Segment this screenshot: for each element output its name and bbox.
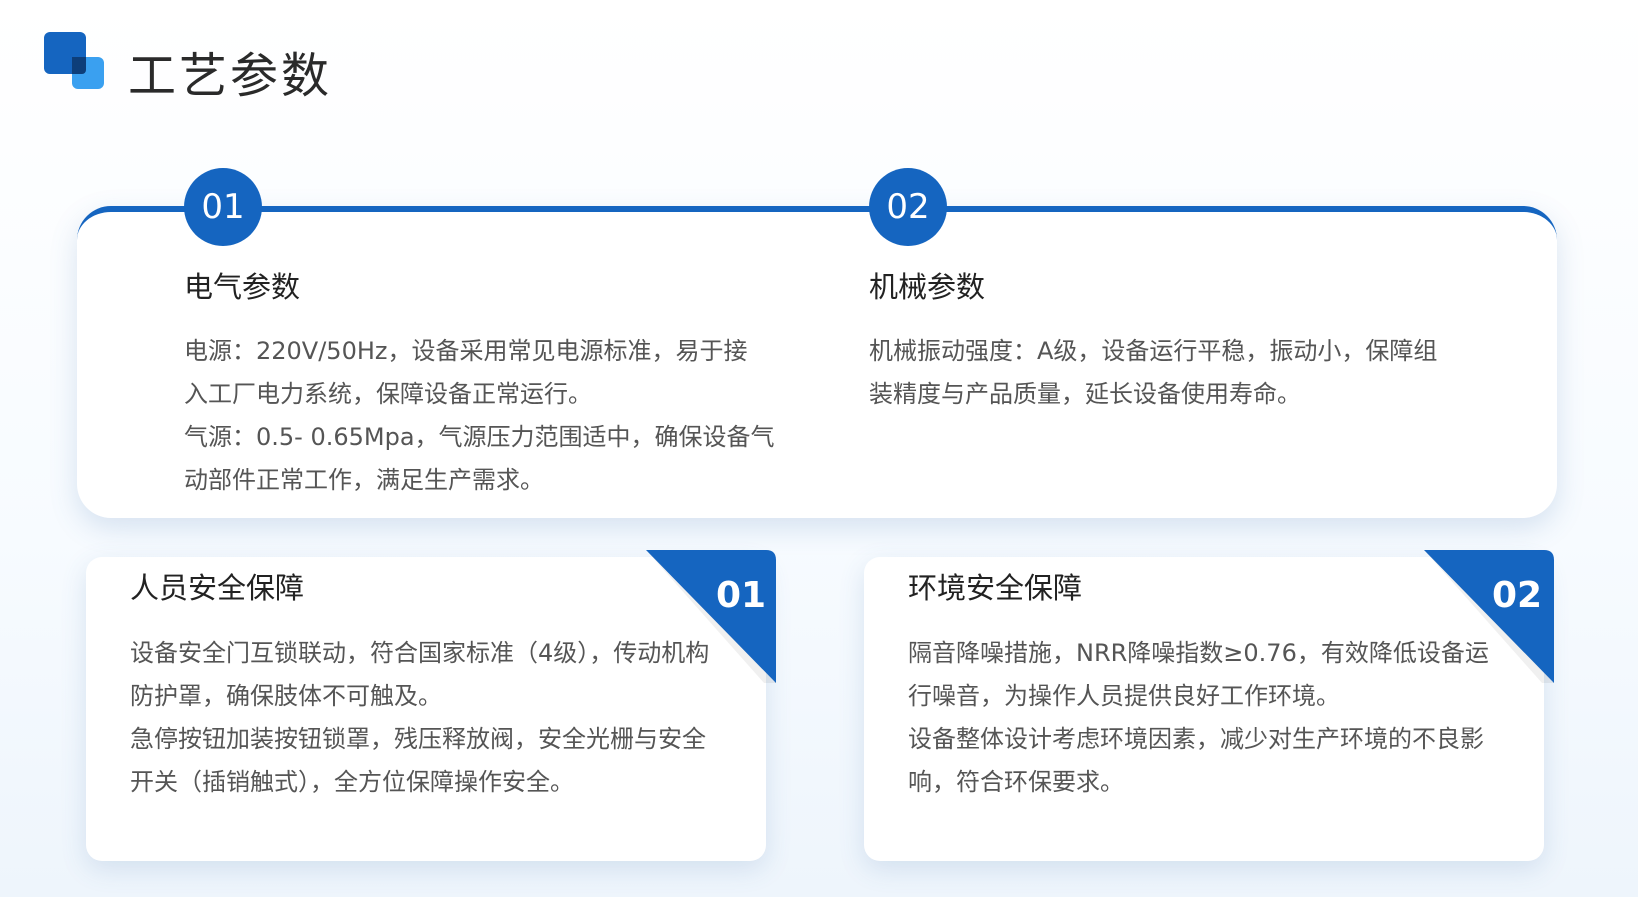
- text-line: 机械振动强度：A级，设备运行平稳，振动小，保障组: [869, 337, 1438, 365]
- text-line: 入工厂电力系统，保障设备正常运行。: [184, 380, 592, 408]
- environmental-safety-card: 02 环境安全保障 隔音降噪措施，NRR降噪指数≥0.76，有效降低设备运 行噪…: [864, 550, 1554, 861]
- text-line: 急停按钮加装按钮锁罩，残压释放阀，安全光栅与安全: [130, 725, 706, 753]
- card-text: 设备安全门互锁联动，符合国家标准（4级），传动机构 防护罩，确保肢体不可触及。 …: [130, 632, 730, 804]
- electrical-params-text: 电源：220V/50Hz，设备采用常见电源标准，易于接 入工厂电力系统，保障设备…: [184, 330, 784, 502]
- text-line: 响，符合环保要求。: [908, 768, 1124, 796]
- text-line: 设备整体设计考虑环境因素，减少对生产环境的不良影: [908, 725, 1484, 753]
- card-number: 02: [1492, 575, 1543, 616]
- card-text: 隔音降噪措施，NRR降噪指数≥0.76，有效降低设备运 行噪音，为操作人员提供良…: [908, 632, 1508, 804]
- page-title: 工艺参数: [128, 48, 333, 104]
- section-number-badge-1: 01: [184, 168, 262, 246]
- personnel-safety-card: 01 人员安全保障 设备安全门互锁联动，符合国家标准（4级），传动机构 防护罩，…: [86, 550, 776, 861]
- stacked-squares-icon: [44, 32, 106, 90]
- mechanical-params-title: 机械参数: [869, 270, 986, 304]
- text-line: 开关（插销触式），全方位保障操作安全。: [130, 768, 574, 796]
- text-line: 装精度与产品质量，延长设备使用寿命。: [869, 380, 1301, 408]
- text-line: 动部件正常工作，满足生产需求。: [184, 466, 544, 494]
- card-title: 人员安全保障: [130, 571, 305, 605]
- text-line: 行噪音，为操作人员提供良好工作环境。: [908, 682, 1340, 710]
- card-number: 01: [716, 575, 767, 616]
- electrical-params-title: 电气参数: [184, 270, 301, 304]
- section-number-badge-2: 02: [869, 168, 947, 246]
- text-line: 气源：0.5- 0.65Mpa，气源压力范围适中，确保设备气: [184, 423, 775, 451]
- card-title: 环境安全保障: [908, 571, 1083, 605]
- text-line: 防护罩，确保肢体不可触及。: [130, 682, 442, 710]
- text-line: 电源：220V/50Hz，设备采用常见电源标准，易于接: [184, 337, 748, 365]
- text-line: 隔音降噪措施，NRR降噪指数≥0.76，有效降低设备运: [908, 639, 1489, 667]
- text-line: 设备安全门互锁联动，符合国家标准（4级），传动机构: [130, 639, 710, 667]
- mechanical-params-text: 机械振动强度：A级，设备运行平稳，振动小，保障组 装精度与产品质量，延长设备使用…: [869, 330, 1469, 416]
